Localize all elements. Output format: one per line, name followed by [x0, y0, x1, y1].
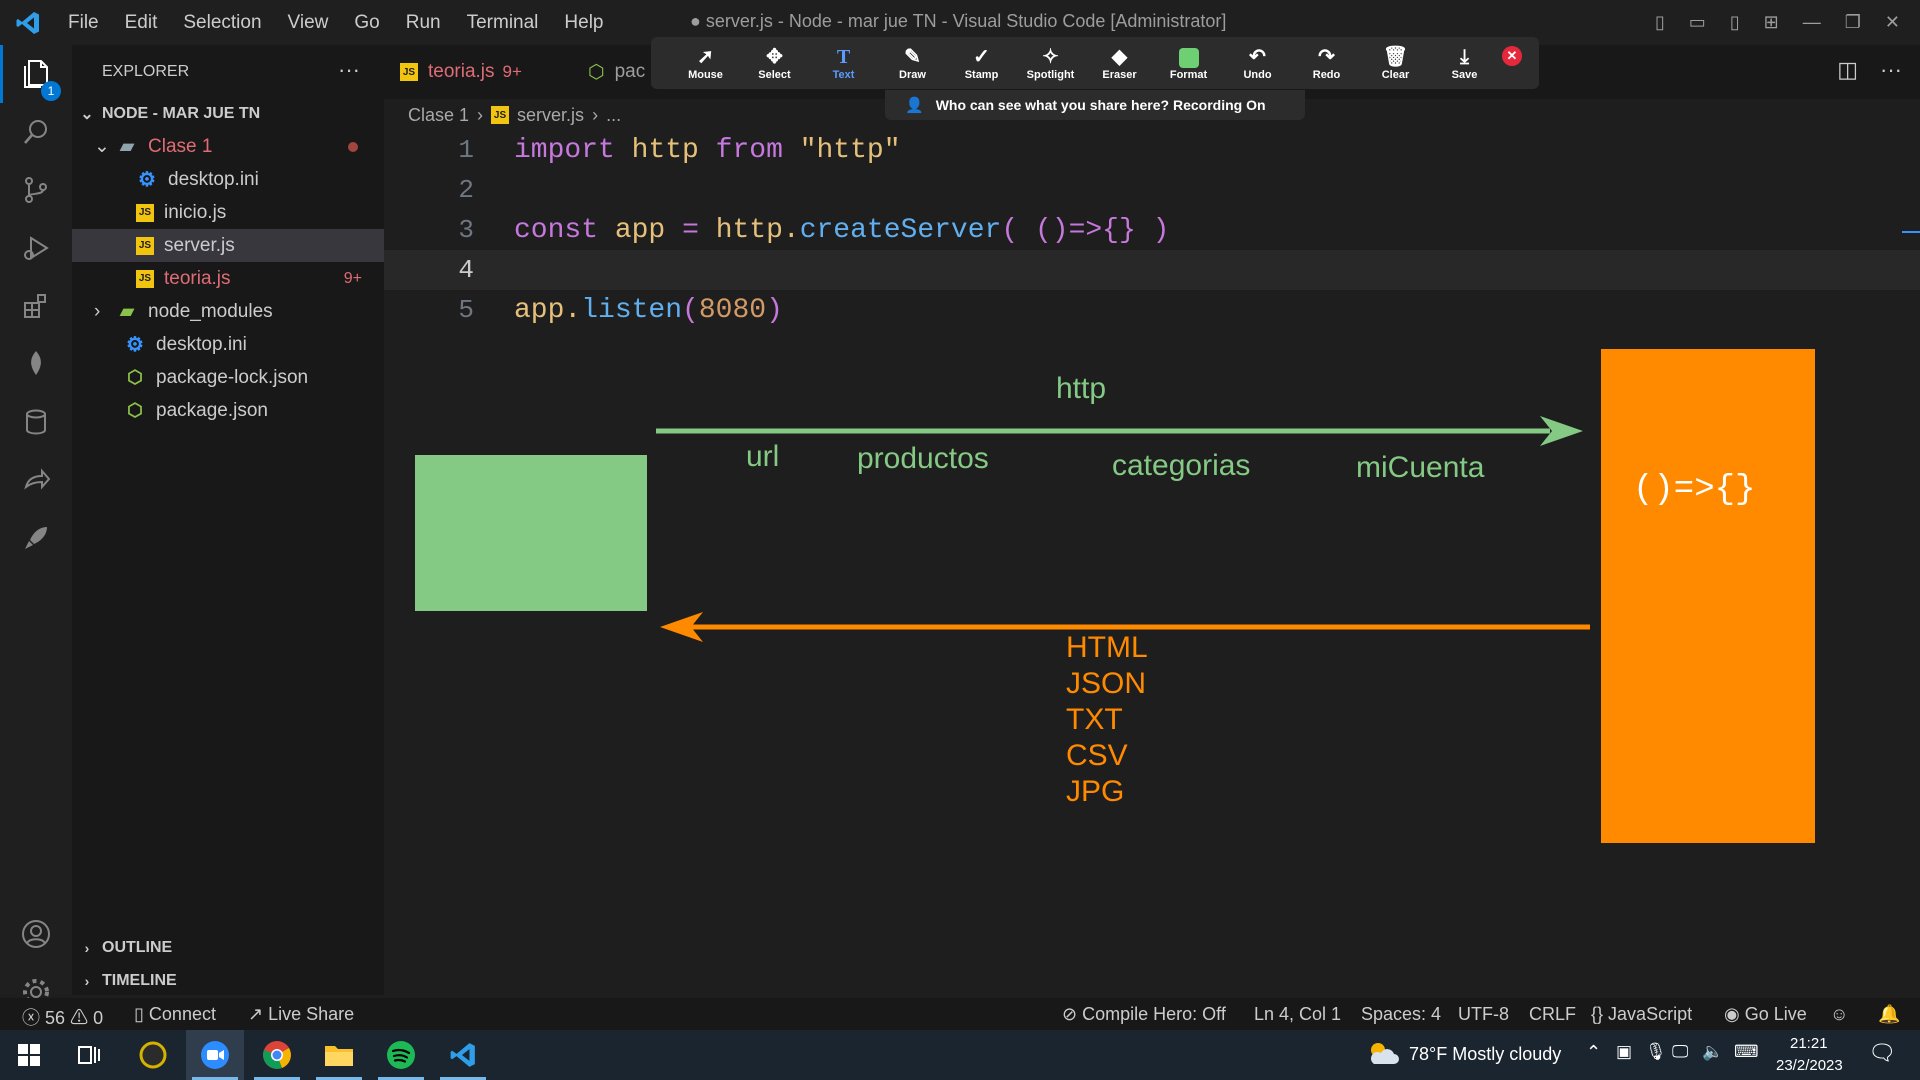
- request-item: categorias: [1112, 449, 1251, 482]
- vscode-app-icon[interactable]: [434, 1030, 492, 1080]
- show-hidden-icons-icon[interactable]: ⌃: [1586, 1042, 1601, 1063]
- eye-off-icon: ⊘: [1062, 1004, 1078, 1024]
- line-ending[interactable]: CRLF: [1529, 1004, 1576, 1025]
- response-item: JPG: [1066, 775, 1125, 808]
- http-label: http: [1056, 372, 1107, 405]
- arrows-layer: [656, 416, 1590, 642]
- live-share-icon: ↗: [248, 1004, 264, 1024]
- zoom-app-icon[interactable]: [186, 1030, 244, 1080]
- status-bar: ⓧ 56 ⚠ 0 ▯ Connect ↗ Live Share ⊘ Compil…: [0, 998, 1920, 1030]
- response-item: TXT: [1066, 703, 1123, 736]
- file-explorer-app-icon[interactable]: [310, 1030, 368, 1080]
- compile-hero-status[interactable]: ⊘ Compile Hero: Off: [1062, 1004, 1226, 1025]
- notifications-icon[interactable]: 🗨: [1868, 1040, 1896, 1066]
- chrome-app-icon[interactable]: [248, 1030, 306, 1080]
- notifications-bell-icon[interactable]: 🔔: [1878, 1004, 1900, 1025]
- cursor-position[interactable]: Ln 4, Col 1: [1254, 1004, 1341, 1025]
- go-live-status[interactable]: ◉ Go Live: [1724, 1004, 1807, 1025]
- response-item: HTML: [1066, 631, 1148, 664]
- windows-taskbar: 78°F Mostly cloudy ⌃ ▣ 🎙 🖵 🔈 ⌨ 21:21 23/…: [0, 1030, 1920, 1080]
- feedback-icon[interactable]: ☺: [1830, 1004, 1848, 1025]
- request-item: url: [746, 440, 780, 473]
- task-view-icon[interactable]: [60, 1030, 118, 1080]
- encoding[interactable]: UTF-8: [1458, 1004, 1509, 1025]
- keyboard-icon[interactable]: ⌨: [1734, 1042, 1759, 1062]
- windows-start-icon[interactable]: [0, 1030, 58, 1080]
- request-item: productos: [857, 442, 989, 475]
- network-icon[interactable]: 🖵: [1672, 1042, 1688, 1062]
- request-item: miCuenta: [1356, 451, 1485, 484]
- indentation[interactable]: Spaces: 4: [1361, 1004, 1441, 1025]
- braces-icon: {}: [1591, 1004, 1604, 1024]
- meet-now-icon[interactable]: ▣: [1616, 1042, 1632, 1062]
- error-icon: ⓧ: [22, 1008, 40, 1028]
- weather-cloud-icon[interactable]: [1366, 1040, 1400, 1073]
- clock-date[interactable]: 23/2/2023: [1776, 1057, 1843, 1074]
- volume-icon[interactable]: 🔈: [1702, 1042, 1723, 1062]
- microphone-icon[interactable]: 🎙: [1645, 1042, 1667, 1062]
- broadcast-icon: ◉: [1724, 1004, 1740, 1024]
- app-icon[interactable]: [124, 1030, 182, 1080]
- live-share-status[interactable]: ↗ Live Share: [248, 1004, 354, 1025]
- weather-text[interactable]: 78°F Mostly cloudy: [1409, 1044, 1561, 1065]
- database-icon: ▯: [134, 1004, 144, 1024]
- problems-status[interactable]: ⓧ 56 ⚠ 0: [22, 1004, 103, 1030]
- warning-icon: ⚠: [70, 1008, 89, 1028]
- language-mode[interactable]: {} JavaScript: [1591, 1004, 1692, 1025]
- spotify-app-icon[interactable]: [372, 1030, 430, 1080]
- response-item: CSV: [1066, 739, 1128, 772]
- connect-status[interactable]: ▯ Connect: [134, 1004, 216, 1025]
- response-item: JSON: [1066, 667, 1147, 700]
- clock-time[interactable]: 21:21: [1790, 1035, 1828, 1052]
